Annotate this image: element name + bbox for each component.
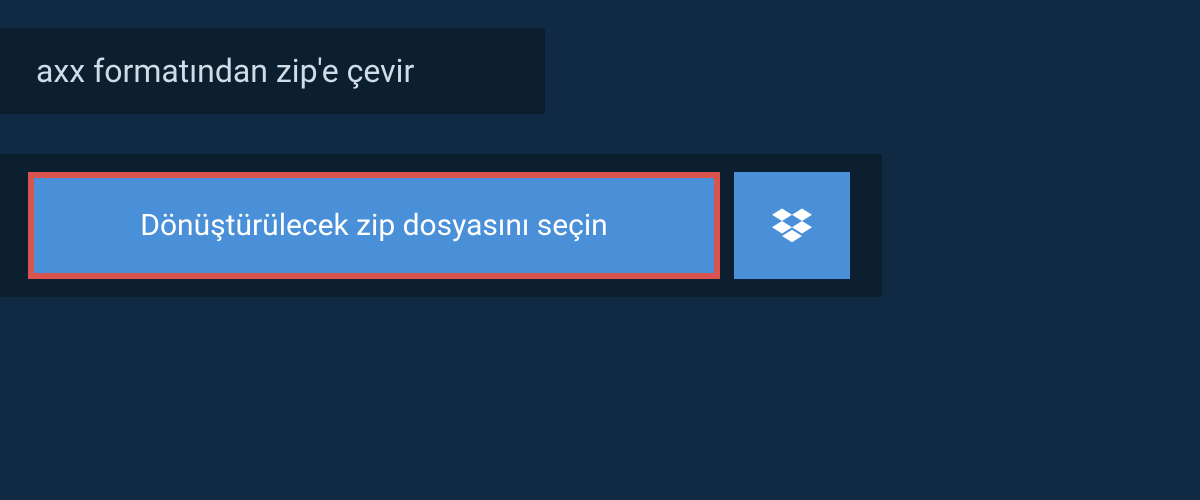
action-panel: Dönüştürülecek zip dosyasını seçin [0, 154, 882, 297]
dropbox-icon [772, 206, 812, 246]
select-file-label: Dönüştürülecek zip dosyasını seçin [140, 208, 607, 243]
page-title-text: axx formatından zip'e çevir [36, 52, 414, 90]
select-file-button[interactable]: Dönüştürülecek zip dosyasını seçin [28, 172, 720, 279]
dropbox-button[interactable] [734, 172, 850, 279]
page-title-tab: axx formatından zip'e çevir [0, 28, 545, 114]
